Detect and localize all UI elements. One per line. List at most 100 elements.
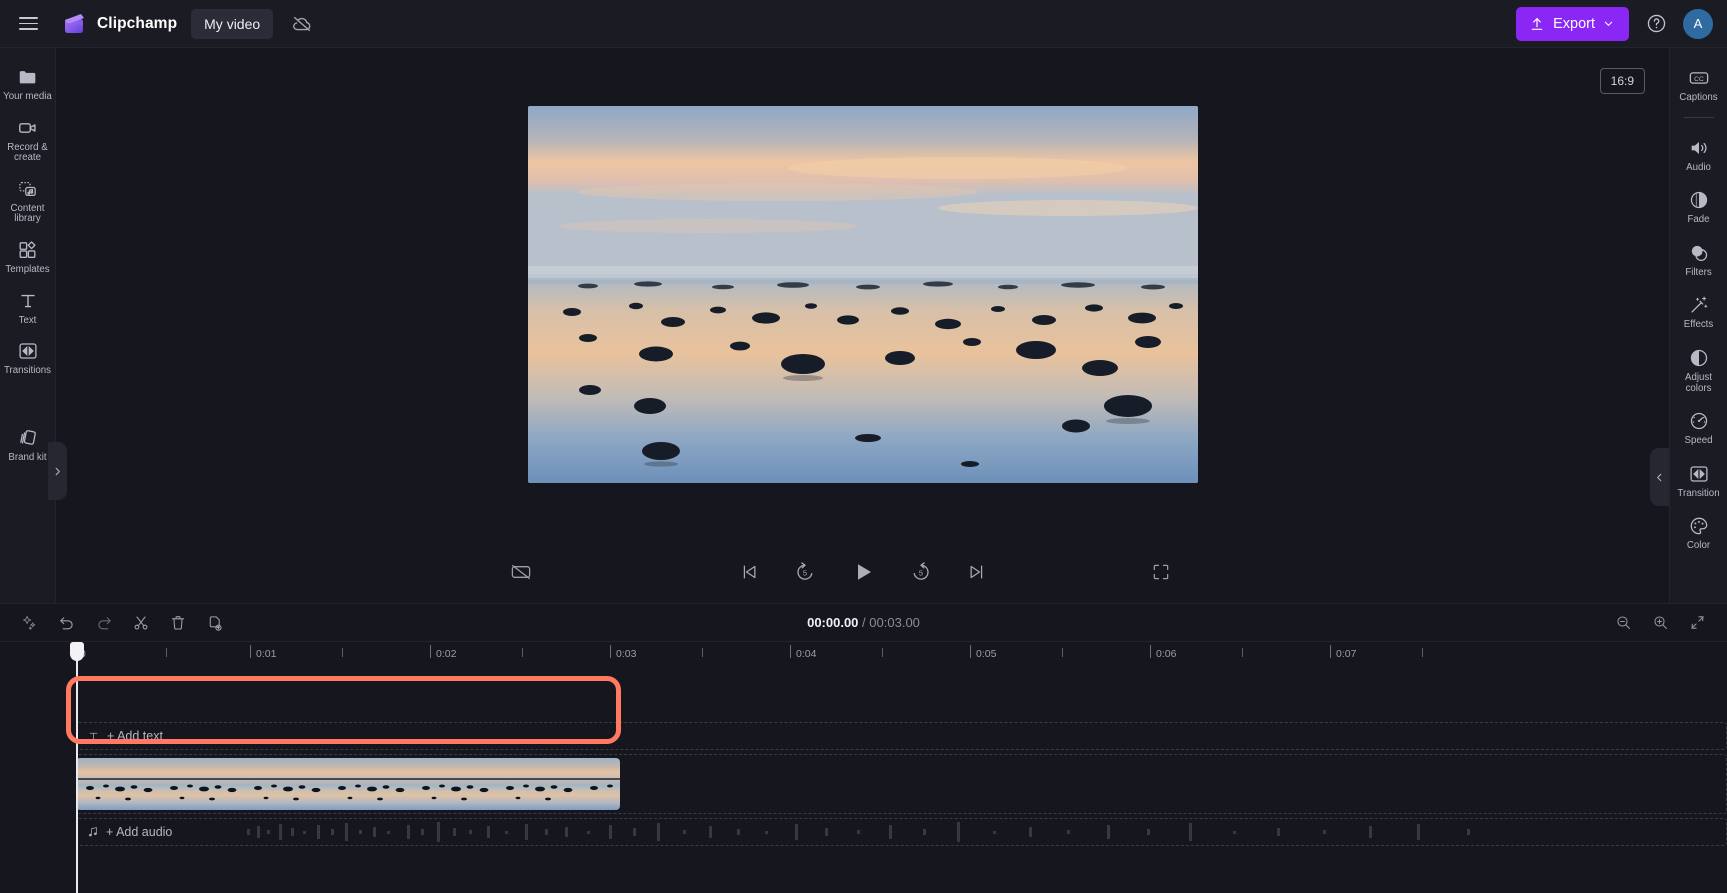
add-audio-label: + Add audio (106, 825, 173, 839)
export-label: Export (1553, 15, 1595, 32)
collapse-right-panel-button[interactable] (1650, 448, 1669, 506)
folder-icon (17, 66, 39, 88)
hamburger-menu-icon[interactable] (10, 6, 46, 42)
tool-item-fade[interactable]: Fade (1670, 180, 1727, 233)
play-button[interactable] (846, 555, 880, 589)
speed-gauge-icon (1688, 410, 1710, 432)
fit-to-screen-button[interactable] (1684, 609, 1711, 636)
divider (1683, 116, 1714, 118)
tool-label: Captions (1679, 92, 1718, 103)
tool-item-speed[interactable]: Speed (1670, 401, 1727, 454)
tool-item-color[interactable]: Color (1670, 506, 1727, 559)
skip-to-end-button[interactable] (962, 557, 992, 587)
sidebar-item-text[interactable]: Text (0, 282, 56, 333)
text-t-icon (17, 290, 39, 312)
add-audio-hint[interactable]: + Add audio (77, 819, 1726, 845)
tool-item-audio[interactable]: Audio (1670, 128, 1727, 181)
clip-thumbnail (412, 758, 496, 810)
right-sidebar: CC Captions Audio Fade Filters Effects A… (1669, 48, 1727, 603)
svg-text:CC: CC (1694, 76, 1704, 83)
adjust-colors-icon (1688, 347, 1710, 369)
transition-icon (1688, 463, 1710, 485)
preview-stage: 16:9 (56, 48, 1669, 541)
help-icon[interactable] (1642, 10, 1670, 38)
project-title[interactable]: My video (191, 8, 274, 39)
tool-item-transition[interactable]: Transition (1670, 454, 1727, 507)
split-button[interactable] (127, 609, 154, 636)
zoom-out-button[interactable] (1610, 609, 1637, 636)
upload-icon (1529, 16, 1545, 32)
tool-item-effects[interactable]: Effects (1670, 285, 1727, 338)
aspect-ratio-badge[interactable]: 16:9 (1599, 68, 1645, 94)
playhead-handle[interactable] (69, 642, 84, 661)
ruler-label: 0:04 (796, 648, 817, 660)
clip-thumbnail (328, 758, 412, 810)
top-bar-right: Export A (1516, 6, 1713, 41)
tool-item-adjust-colors[interactable]: Adjust colors (1670, 338, 1727, 401)
redo-button[interactable] (90, 609, 117, 636)
filters-icon (1688, 242, 1710, 264)
tool-item-captions[interactable]: CC Captions (1670, 58, 1727, 111)
chevron-left-icon (1654, 472, 1665, 483)
fullscreen-button[interactable] (1146, 557, 1176, 587)
transport-controls: 5 5 (56, 555, 1669, 589)
video-camera-icon (17, 117, 39, 139)
sidebar-label: Text (18, 314, 37, 326)
text-t-icon (87, 730, 100, 743)
ruler-label: 0:06 (1156, 648, 1177, 660)
avatar[interactable]: A (1683, 8, 1713, 39)
tool-item-filters[interactable]: Filters (1670, 233, 1727, 286)
magic-suggest-button[interactable] (16, 609, 43, 636)
current-time: 00:00.00 (807, 615, 859, 630)
captions-cc-icon: CC (1688, 67, 1710, 89)
skip-to-start-button[interactable] (734, 557, 764, 587)
timeline-scroll-area[interactable]: 0 0:01 0:02 0:03 0:04 0:05 0:06 (0, 642, 1727, 893)
sidebar-label: Transitions (3, 365, 52, 377)
video-track[interactable] (76, 754, 1727, 814)
expand-sidebar-button[interactable] (48, 442, 67, 500)
video-preview[interactable] (527, 106, 1198, 483)
timeline-tracks: + Add text + Add audio (0, 670, 1727, 893)
sidebar-item-record-create[interactable]: Record & create (0, 109, 56, 170)
sidebar-item-templates[interactable]: Templates (0, 231, 56, 282)
time-separator: / (862, 615, 866, 630)
brand-name: Clipchamp (97, 14, 178, 32)
brand-kit-icon (17, 427, 39, 449)
sidebar-label: Your media (3, 91, 52, 102)
tool-label: Color (1686, 540, 1711, 552)
delete-button[interactable] (164, 609, 191, 636)
cloud-off-icon[interactable] (287, 9, 317, 39)
clip-thumbnail (160, 758, 244, 810)
rewind-5-button[interactable]: 5 (790, 557, 820, 587)
timeline-zoom-controls (1610, 609, 1711, 636)
left-sidebar: Your media Record & create Content libra… (0, 48, 67, 603)
duplicate-button[interactable] (201, 609, 228, 636)
tool-label: Adjust colors (1685, 371, 1712, 394)
undo-button[interactable] (53, 609, 80, 636)
playhead[interactable] (69, 642, 84, 893)
add-text-hint[interactable]: + Add text (77, 723, 1726, 749)
clip-thumbnail (580, 758, 620, 810)
tool-label: Speed (1684, 435, 1713, 447)
timeline-tools (16, 609, 228, 636)
timeline-toolbar: 00:00.00 / 00:03.00 (0, 604, 1727, 642)
sidebar-item-transitions[interactable]: Transitions (0, 332, 56, 383)
ruler-label: 0:02 (436, 648, 457, 660)
sidebar-item-content-library[interactable]: Content library (0, 170, 56, 231)
tool-label: Effects (1683, 319, 1714, 331)
clip-thumbnail (76, 758, 160, 810)
forward-5-button[interactable]: 5 (906, 557, 936, 587)
video-clip[interactable] (76, 758, 620, 810)
audio-track[interactable]: + Add audio (76, 818, 1727, 846)
chevron-right-icon (52, 466, 63, 477)
zoom-in-button[interactable] (1647, 609, 1674, 636)
ruler-label: 0:05 (976, 648, 997, 660)
tool-label: Transition (1677, 487, 1720, 499)
text-track[interactable]: + Add text (76, 722, 1727, 750)
speaker-icon (1688, 137, 1710, 159)
effects-wand-icon (1688, 294, 1710, 316)
timeline-panel: 00:00.00 / 00:03.00 0:01 0:02 0:03 0:04 … (0, 603, 1727, 893)
sidebar-item-your-media[interactable]: Your media (0, 58, 56, 109)
timeline-ruler[interactable]: 0 0:01 0:02 0:03 0:04 0:05 0:06 (76, 642, 1727, 670)
export-button[interactable]: Export (1516, 6, 1629, 41)
